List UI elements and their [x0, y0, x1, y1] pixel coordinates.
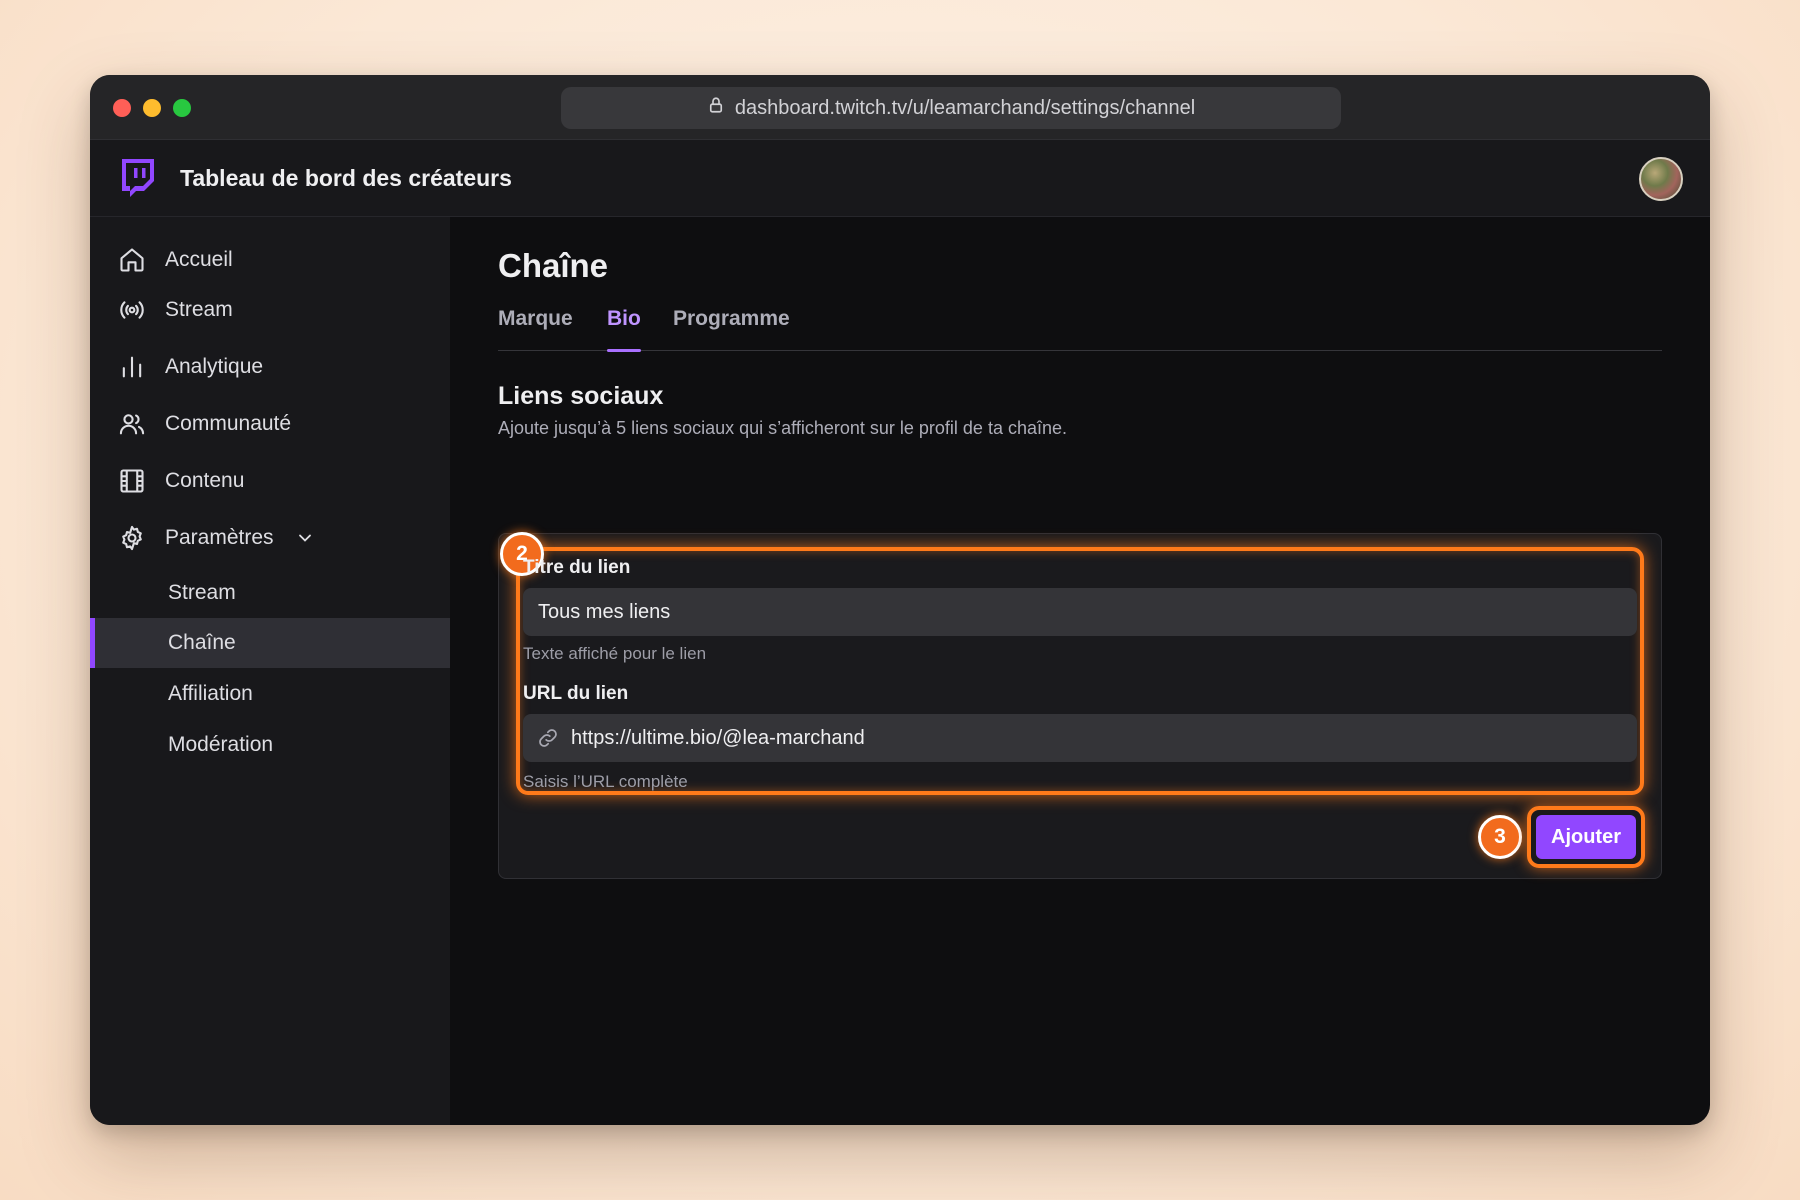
film-icon [118, 467, 146, 495]
close-window-button[interactable] [113, 99, 131, 117]
link-url-label: URL du lien [523, 683, 629, 704]
sidebar: Accueil Stream Analytique Communauté Con… [90, 217, 450, 1125]
sidebar-item-label: Contenu [165, 469, 245, 492]
tab-marque[interactable]: Marque [498, 307, 573, 351]
link-url-input[interactable]: https://ultime.bio/@lea-marchand [523, 714, 1637, 762]
section-title: Liens sociaux [498, 382, 664, 410]
link-url-help: Saisis l’URL complète [523, 772, 688, 791]
page-title: Chaîne [498, 247, 609, 284]
add-link-button[interactable]: Ajouter [1536, 815, 1636, 859]
users-icon [118, 410, 146, 438]
main-content: Chaîne Marque Bio Programme Liens sociau… [498, 217, 1668, 1117]
sidebar-subitem-affiliation[interactable]: Affiliation [90, 669, 450, 719]
link-icon [537, 727, 559, 749]
tab-programme[interactable]: Programme [673, 307, 790, 351]
link-title-value: Tous mes liens [538, 600, 671, 623]
sidebar-subitem-label: Chaîne [168, 631, 236, 654]
sidebar-item-label: Accueil [165, 248, 233, 271]
address-bar[interactable]: dashboard.twitch.tv/u/leamarchand/settin… [561, 87, 1341, 129]
sidebar-subitem-label: Modération [168, 733, 274, 756]
step-badge-3: 3 [1478, 815, 1522, 859]
url-text: dashboard.twitch.tv/u/leamarchand/settin… [734, 96, 1196, 119]
browser-window: dashboard.twitch.tv/u/leamarchand/settin… [90, 75, 1710, 1125]
home-icon [118, 246, 146, 274]
sidebar-item-stream[interactable]: Stream [90, 285, 450, 335]
sidebar-item-label: Analytique [165, 355, 264, 378]
sidebar-subitem-chaine[interactable]: Chaîne [90, 618, 450, 668]
bar-chart-icon [118, 353, 146, 381]
twitch-logo-icon[interactable] [118, 157, 156, 199]
chevron-down-icon [295, 528, 315, 548]
app-title: Tableau de bord des créateurs [180, 165, 512, 191]
lock-icon [707, 96, 725, 120]
tab-bar: Marque Bio Programme [498, 307, 1662, 352]
sidebar-item-label: Paramètres [165, 526, 274, 549]
section-description: Ajoute jusqu’à 5 liens sociaux qui s’aff… [498, 418, 1068, 438]
link-title-label-text: Titre du lien [523, 557, 631, 578]
link-title-input[interactable]: Tous mes liens [523, 588, 1637, 636]
sidebar-subitem-label: Stream [168, 581, 236, 604]
minimize-window-button[interactable] [143, 99, 161, 117]
sidebar-subitem-label: Affiliation [168, 682, 253, 705]
user-avatar[interactable] [1639, 157, 1683, 201]
add-button-highlight: Ajouter [1527, 806, 1645, 868]
sidebar-item-communaute[interactable]: Communauté [90, 399, 450, 449]
tab-bio[interactable]: Bio [607, 307, 641, 352]
sidebar-item-accueil[interactable]: Accueil [90, 235, 450, 285]
social-link-form: 2 .. Titre du lien Tous mes liens Texte … [498, 532, 1662, 879]
broadcast-icon [118, 296, 146, 324]
app-header: Tableau de bord des créateurs [90, 140, 1710, 217]
browser-titlebar: dashboard.twitch.tv/u/leamarchand/settin… [90, 75, 1710, 140]
link-url-value: https://ultime.bio/@lea-marchand [571, 726, 865, 749]
sidebar-item-contenu[interactable]: Contenu [90, 456, 450, 506]
sidebar-subitem-stream[interactable]: Stream [90, 568, 450, 618]
link-title-help: Texte affiché pour le lien [523, 644, 707, 663]
sidebar-item-analytique[interactable]: Analytique [90, 342, 450, 392]
sidebar-item-label: Communauté [165, 412, 292, 435]
sidebar-subitem-moderation[interactable]: Modération [90, 720, 450, 770]
gear-icon [118, 524, 146, 552]
sidebar-item-parametres[interactable]: Paramètres [90, 513, 450, 563]
sidebar-item-label: Stream [165, 298, 233, 321]
maximize-window-button[interactable] [173, 99, 191, 117]
